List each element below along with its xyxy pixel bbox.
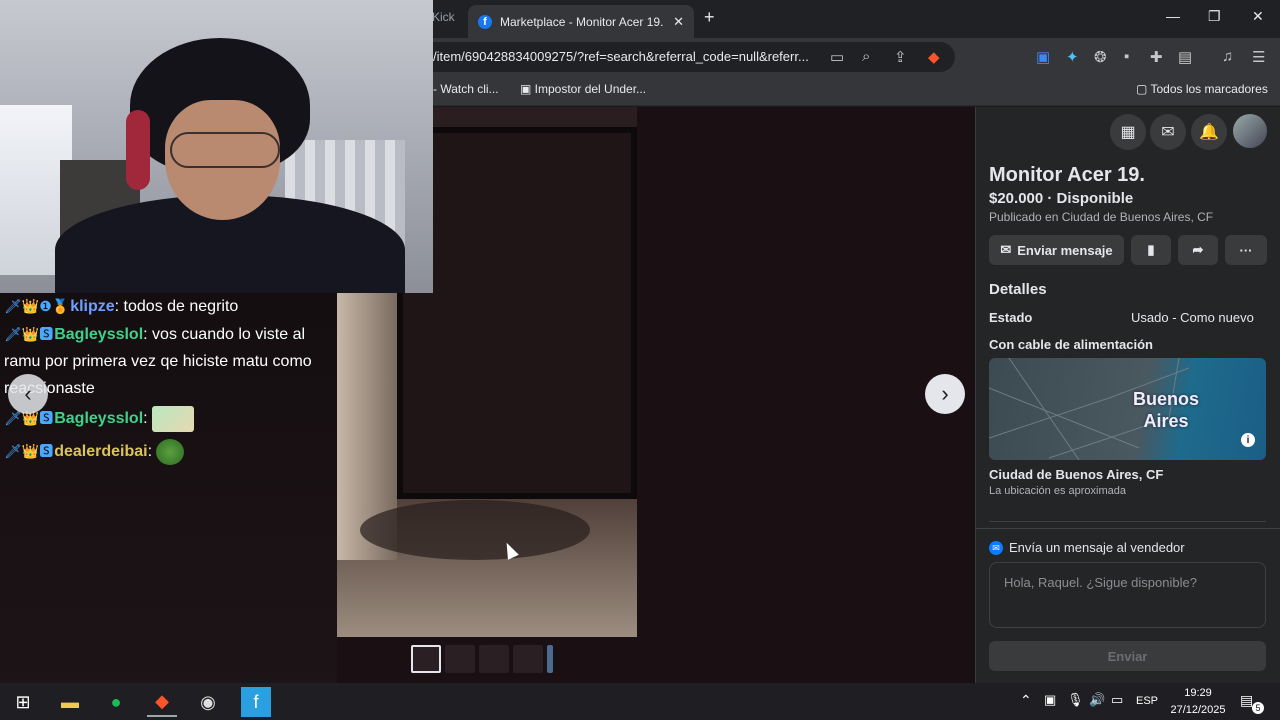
photo-thumbnail[interactable] (513, 645, 543, 673)
windows-taskbar (0, 683, 1280, 720)
share-icon: ➦ (1192, 242, 1204, 257)
more-icon: ··· (1239, 242, 1253, 258)
obs-icon[interactable]: ◉ (193, 687, 223, 717)
listing-published: Publicado en Ciudad de Buenos Aires, CF (989, 210, 1214, 224)
puzzle-icon[interactable]: ✚ (1150, 48, 1163, 66)
photo-thumbnail[interactable] (547, 645, 553, 673)
sidebar-icon[interactable]: ▤ (1178, 48, 1192, 66)
chat-badges: 🗡👑🆂 (4, 326, 54, 342)
photo-detail (360, 500, 590, 560)
avatar[interactable] (1233, 114, 1267, 148)
photo-thumbnail[interactable] (445, 645, 475, 673)
location-name: Ciudad de Buenos Aires, CF (989, 467, 1164, 482)
menu-icon[interactable]: ☰ (1252, 48, 1265, 66)
send-message-button[interactable]: ✉ Enviar mensaje (989, 235, 1124, 265)
messenger-icon: ✉ (989, 541, 1003, 555)
cast-icon[interactable]: ▭ (830, 48, 844, 66)
listing-price: $20.000 · Disponible (989, 190, 1134, 207)
location-note: La ubicación es aproximada (989, 485, 1126, 497)
all-bookmarks[interactable]: ▢ Todos los marcadores (1136, 82, 1268, 96)
clock-time[interactable]: 19:29 (1168, 687, 1228, 699)
windows-start-icon[interactable]: ⊞ (8, 687, 38, 717)
extension-icon[interactable]: ▪ (1124, 48, 1129, 65)
messenger-icon: ✉ (1000, 242, 1012, 257)
condition-label: Estado (989, 310, 1033, 325)
headphones (126, 110, 150, 190)
folder-icon: ▢ (1136, 82, 1151, 96)
volume-icon[interactable]: 🔊 (1089, 692, 1105, 708)
listing-title: Monitor Acer 19. (989, 164, 1145, 186)
spotify-icon[interactable]: ● (101, 687, 131, 717)
chat-message: 🗡👑❶🏅klipze: todos de negrito (4, 293, 334, 320)
save-button[interactable]: ▮ (1131, 235, 1171, 265)
bookmark-item[interactable]: ▣ Impostor del Under... (520, 82, 646, 96)
tab-kick[interactable]: Kick (432, 10, 455, 24)
webcam-overlay (0, 0, 433, 293)
close-window-button[interactable]: ✕ (1252, 8, 1264, 25)
chat-badges: 🗡👑❶🏅 (4, 298, 70, 314)
clock-date[interactable]: 27/12/2025 (1162, 704, 1234, 716)
notifications-icon[interactable]: 🔔 (1191, 114, 1227, 150)
map-city-label: Buenos Aires (1132, 389, 1199, 431)
chat-username: dealerdeibai (54, 443, 148, 460)
microphone-icon[interactable]: 🎙 (1067, 692, 1084, 708)
zoom-icon[interactable]: ⌕ (862, 48, 870, 65)
tab-title: Marketplace - Monitor Acer 19. | (500, 14, 666, 29)
maximize-button[interactable]: ❐ (1208, 8, 1221, 25)
chat-username: Bagleysslol (54, 410, 144, 427)
chat-message: 🗡👑🆂Bagleysslol: (4, 405, 334, 432)
facebook-icon: f (478, 14, 492, 29)
chat-emote (152, 405, 195, 432)
stream-chat-overlay: 🗡👑❶🏅klipze: todos de negrito 🗡👑🆂Bagleyss… (0, 293, 337, 683)
webcam-person (170, 132, 280, 168)
share-icon[interactable]: ⇪ (894, 48, 907, 66)
divider (975, 528, 1280, 529)
info-icon[interactable]: i (1241, 433, 1255, 447)
close-tab-icon[interactable]: ✕ (673, 14, 684, 30)
chat-message: 🗡👑🆂dealerdeibai: (4, 438, 334, 465)
tab-marketplace[interactable]: f Marketplace - Monitor Acer 19. | ✕ (468, 5, 694, 38)
chat-username: Bagleysslol (54, 326, 144, 343)
details-title: Detalles (989, 281, 1047, 298)
chat-username: klipze (70, 298, 115, 315)
photo-thumbnail[interactable] (479, 645, 509, 673)
tray-app-icon[interactable]: ▣ (1044, 692, 1056, 708)
divider (989, 521, 1266, 522)
condition-value: Usado - Como nuevo (1131, 310, 1254, 325)
next-photo-button[interactable]: › (925, 374, 965, 414)
messenger-icon[interactable]: ✉ (1150, 114, 1186, 150)
bookmark-item[interactable]: - Watch cli... (433, 82, 499, 96)
chat-emote (156, 438, 185, 465)
music-icon[interactable]: ♫ (1222, 48, 1233, 65)
chat-badges: 🗡👑🆂 (4, 443, 54, 459)
message-input[interactable]: Hola, Raquel. ¿Sigue disponible? (989, 562, 1266, 628)
brave-shield-icon[interactable]: ◆ (928, 48, 940, 66)
network-icon[interactable]: ▭ (1111, 692, 1123, 708)
previous-photo-button[interactable]: ‹ (8, 374, 48, 414)
chat-text: todos de negrito (123, 298, 239, 315)
menu-grid-icon[interactable]: ▦ (1110, 114, 1146, 150)
url-text[interactable]: /item/690428834009275/?ref=search&referr… (433, 49, 809, 64)
send-button[interactable]: Enviar (989, 641, 1266, 671)
tray-expand-icon[interactable]: ⌃ (1020, 692, 1032, 709)
share-button[interactable]: ➦ (1178, 235, 1218, 265)
language-indicator[interactable]: ESP (1136, 695, 1158, 707)
chat-message: 🗡👑🆂Bagleysslol: vos cuando lo viste al r… (4, 321, 334, 402)
brave-icon[interactable]: ◆ (147, 687, 177, 717)
more-button[interactable]: ··· (1225, 235, 1267, 265)
minimize-button[interactable]: — (1166, 8, 1180, 24)
notification-count-badge: 5 (1252, 702, 1264, 714)
bookmark-favicon-icon: ▣ (520, 82, 535, 96)
message-seller-title: Envía un mensaje al vendedor (1009, 540, 1185, 555)
new-tab-button[interactable]: + (704, 7, 715, 28)
extension-icon[interactable]: ❂ (1094, 48, 1107, 66)
monitor-in-photo (397, 127, 637, 499)
file-explorer-icon[interactable]: ▬ (55, 687, 85, 717)
photo-thumbnail[interactable] (411, 645, 441, 673)
listing-description: Con cable de alimentación (989, 337, 1153, 352)
bookmark-icon: ▮ (1147, 242, 1155, 257)
extension-icon[interactable]: ✦ (1066, 48, 1079, 66)
app-icon[interactable]: f (241, 687, 271, 717)
translate-icon[interactable]: ▣ (1036, 48, 1050, 66)
